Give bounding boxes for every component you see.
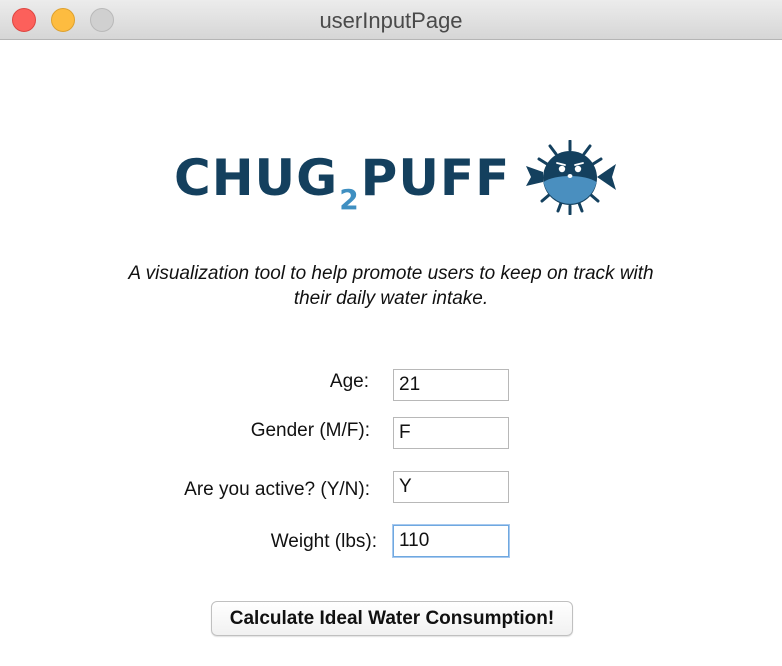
active-label: Are you active? (Y/N): (184, 479, 370, 500)
tagline-line-1: A visualization tool to help promote use… (128, 263, 654, 284)
logo-wordmark: CHUG2PUFF (174, 146, 511, 216)
pufferfish-icon (526, 140, 616, 215)
tagline: A visualization tool to help promote use… (80, 261, 702, 311)
weight-label: Weight (lbs): (270, 531, 377, 552)
gender-label: Gender (M/F): (250, 420, 370, 441)
age-input[interactable] (393, 369, 509, 401)
logo-text-puff: PUFF (360, 149, 511, 207)
weight-input[interactable] (393, 525, 509, 557)
logo-text-subscript: 2 (339, 183, 360, 216)
tagline-line-2: their daily water intake. (293, 288, 489, 309)
age-label: Age: (329, 371, 369, 392)
gender-input[interactable] (393, 417, 509, 449)
active-input[interactable] (393, 471, 509, 503)
window-title: userInputPage (319, 8, 463, 33)
app-logo: CHUG2PUFF (174, 140, 620, 216)
logo-text-chug: CHUG (174, 149, 339, 207)
title-bar: userInputPage (0, 0, 782, 40)
calculate-button[interactable]: Calculate Ideal Water Consumption! (211, 601, 573, 636)
